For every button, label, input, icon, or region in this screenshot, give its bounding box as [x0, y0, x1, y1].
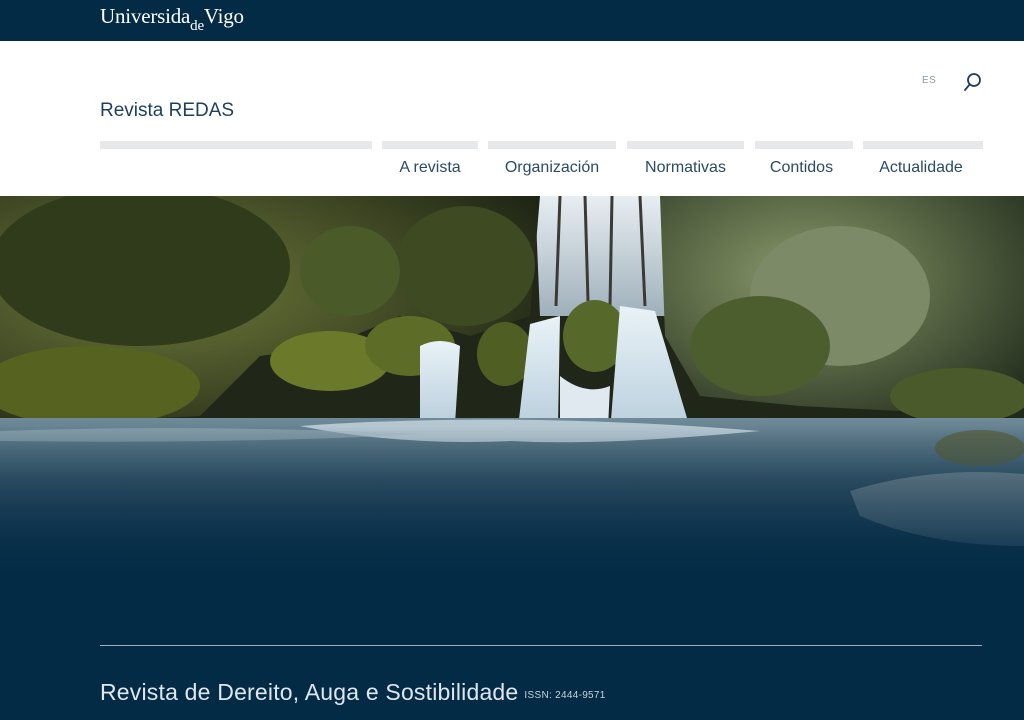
footer-divider [100, 645, 982, 646]
site-title[interactable]: Revista REDAS [100, 100, 234, 122]
nav-bar-5 [863, 141, 983, 149]
journal-title-text: Revista de Dereito, Auga e Sostibilidade [100, 679, 519, 705]
hero-image [0, 196, 1024, 576]
hero-fade-overlay [0, 426, 1024, 576]
top-bar: UniversidadeVigo [0, 0, 1024, 41]
nav-item-a-revista[interactable]: A revista [382, 159, 478, 177]
journal-full-title: Revista de Dereito, Auga e Sostibilidade… [100, 679, 606, 706]
site-header: Revista REDAS ES A revista Organización … [0, 41, 1024, 196]
nav-bar-2 [488, 141, 616, 149]
nav-bar-3 [627, 141, 744, 149]
university-logo[interactable]: UniversidadeVigo [100, 4, 244, 34]
issn-label: ISSN: 2444-9571 [524, 690, 606, 701]
nav-bar-title [100, 141, 372, 149]
nav-item-organizacion[interactable]: Organización [488, 159, 616, 177]
search-icon[interactable] [962, 71, 984, 93]
logo-text-universida: Universida [100, 4, 191, 28]
nav-item-normativas[interactable]: Normativas [627, 159, 744, 177]
logo-text-de: de [190, 18, 204, 34]
language-selector[interactable]: ES [922, 75, 936, 86]
logo-text-vigo: Vigo [203, 4, 244, 28]
nav-item-contidos[interactable]: Contidos [755, 159, 848, 177]
main-navigation: A revista Organización Normativas Contid… [0, 159, 1024, 181]
nav-bar-1 [382, 141, 478, 149]
nav-item-actualidade[interactable]: Actualidade [863, 159, 979, 177]
nav-decoration-bars [0, 141, 1024, 149]
nav-bar-4 [755, 141, 853, 149]
